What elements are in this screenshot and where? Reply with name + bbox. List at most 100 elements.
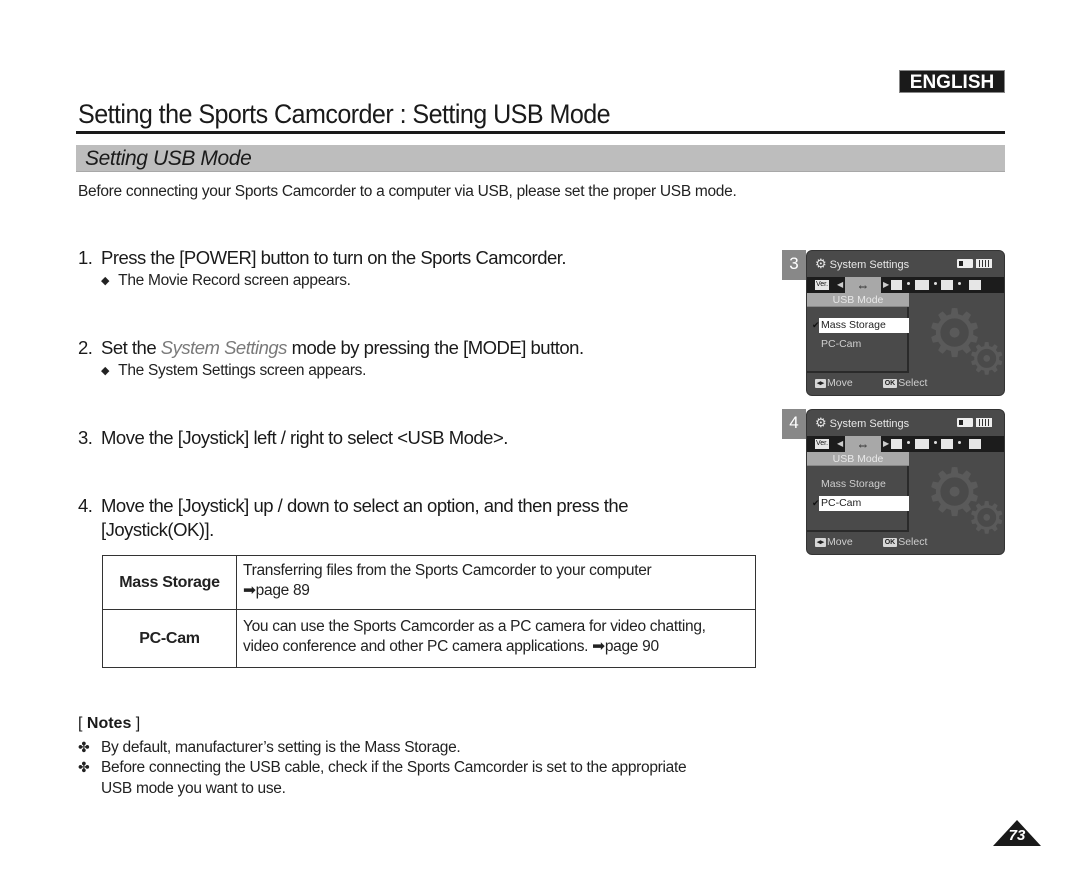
lcd-screen: ⚙ System Settings Ver. ◀ ▶ ⇔ ⚙ ⚙ USB Mode… (806, 409, 1005, 555)
notes-heading: [ Notes ] (78, 715, 140, 733)
battery-icon (976, 418, 992, 427)
option-label: PC-Cam (821, 338, 862, 350)
usb-mode-menu: USB Mode ✔ Mass Storage PC-Cam (807, 293, 909, 373)
option-name: Mass Storage (102, 555, 237, 610)
table-row: PC-Cam You can use the Sports Camcorder … (102, 609, 756, 668)
ok-key-icon: OK (882, 537, 898, 547)
option-label: Mass Storage (821, 319, 886, 331)
arrow-right-icon: ▶ (883, 280, 890, 289)
screen-header: ⚙ System Settings (815, 256, 909, 272)
diamond-bullet-icon: ◆ (101, 365, 110, 377)
step-text: Move the [Joystick] left / right to sele… (101, 427, 508, 448)
ok-key-icon: OK (882, 378, 898, 388)
step-1: 1. Press the [POWER] button to turn on th… (78, 246, 567, 270)
move-key-icon: ◂▸ (815, 537, 827, 547)
menu-title: USB Mode (807, 452, 909, 466)
separator-dot (958, 441, 961, 444)
step-number: 3. (78, 427, 93, 448)
select-label: Select (898, 536, 928, 548)
lcd-screen: ⚙ System Settings Ver. ◀ ▶ ⇔ ⚙ ⚙ USB Mode… (806, 250, 1005, 396)
light-icon (969, 439, 981, 449)
usb-mode-menu: USB Mode Mass Storage ✔ PC-Cam (807, 452, 909, 532)
menu-option-mass-storage[interactable]: Mass Storage (819, 477, 886, 492)
screen-step-label: 4 (782, 409, 806, 439)
screen-footer: ◂▸ Move OK Select (815, 377, 927, 389)
diamond-bullet-icon: ◆ (101, 275, 110, 287)
table-row: Mass Storage Transferring files from the… (102, 555, 756, 610)
separator-dot (907, 282, 910, 285)
check-icon: ✔ (812, 498, 820, 508)
memory-card-icon (957, 259, 973, 268)
screen-header-label: System Settings (829, 418, 910, 430)
option-description: You can use the Sports Camcorder as a PC… (236, 609, 756, 668)
tv-out-icon (915, 280, 929, 290)
step-text-before: Set the (101, 337, 161, 358)
intro-paragraph: Before connecting your Sports Camcorder … (78, 183, 737, 200)
step-emphasis: System Settings (160, 337, 288, 358)
bracket-close: ] (131, 715, 141, 732)
step-number: 1. (78, 247, 93, 268)
screen-step-label: 3 (782, 250, 806, 280)
usb-options-table: Mass Storage Transferring files from the… (102, 555, 756, 668)
note-item: ✤ By default, manufacturer’s setting is t… (78, 737, 768, 758)
version-icon: Ver. (815, 280, 829, 290)
settings-icon-bar: Ver. ◀ ▶ (807, 436, 1004, 452)
bracket-open: [ (78, 715, 87, 732)
light-icon (969, 280, 981, 290)
option-description: Transferring files from the Sports Camco… (236, 555, 756, 610)
status-icons (957, 418, 992, 427)
status-icons (957, 259, 992, 268)
note-text: By default, manufacturer’s setting is th… (101, 739, 461, 756)
language-badge: ENGLISH (899, 70, 1005, 93)
separator-dot (934, 441, 937, 444)
select-label: Select (898, 377, 928, 389)
step-text: Press the [POWER] button to turn on the … (101, 247, 567, 268)
step-2-sub: ◆ The System Settings screen appears. (101, 362, 366, 380)
menu-option-mass-storage[interactable]: ✔ Mass Storage (812, 318, 909, 333)
lcd-icon (941, 280, 953, 290)
step-number: 2. (78, 337, 93, 358)
gear-background-icon: ⚙ (967, 335, 1005, 384)
sub-text: The Movie Record screen appears. (118, 272, 351, 289)
option-label: Mass Storage (821, 478, 886, 490)
gear-icon: ⚙ (815, 256, 827, 271)
step-text-line1: Move the [Joystick] up / down to select … (101, 495, 629, 516)
separator-dot (958, 282, 961, 285)
desc-line2: video conference and other PC camera app… (243, 638, 659, 655)
version-icon: Ver. (815, 439, 829, 449)
separator-dot (907, 441, 910, 444)
clover-bullet-icon: ✤ (78, 759, 90, 775)
step-number: 4. (78, 495, 93, 516)
step-text-after: mode by pressing the [MODE] button. (286, 337, 585, 358)
step-text-line2: [Joystick(OK)]. (101, 519, 214, 540)
desc-line1: You can use the Sports Camcorder as a PC… (243, 618, 706, 635)
notes-title: Notes (86, 715, 132, 732)
arrow-right-icon: ▶ (883, 439, 890, 448)
tv-out-icon (915, 439, 929, 449)
note-text-cont: USB mode you want to use. (101, 780, 286, 797)
step-4: 4. Move the [Joystick] up / down to selec… (78, 494, 758, 542)
memory-card-icon (957, 418, 973, 427)
arrow-left-icon: ◀ (837, 439, 844, 448)
note-text: Before connecting the USB cable, check i… (101, 759, 687, 776)
step-1-sub: ◆ The Movie Record screen appears. (101, 272, 351, 290)
screen-header: ⚙ System Settings (815, 415, 909, 431)
page-number-label: 73 (1008, 827, 1026, 844)
sub-text: The System Settings screen appears. (118, 362, 367, 379)
note-item: ✤ Before connecting the USB cable, check … (78, 757, 768, 799)
menu-option-pc-cam[interactable]: ✔ PC-Cam (812, 496, 909, 511)
lcd-icon (941, 439, 953, 449)
page-title: Setting the Sports Camcorder : Setting U… (78, 99, 611, 129)
move-label: Move (827, 536, 853, 548)
menu-option-pc-cam[interactable]: PC-Cam (819, 337, 861, 352)
option-name: PC-Cam (102, 609, 237, 668)
screen-footer: ◂▸ Move OK Select (815, 536, 927, 548)
gear-background-icon: ⚙ (967, 494, 1005, 543)
section-title: Setting USB Mode (85, 147, 252, 170)
page-ref: ➡page 89 (243, 582, 310, 599)
settings-icon-bar: Ver. ◀ ▶ (807, 277, 1004, 293)
battery-icon (976, 259, 992, 268)
file-number-icon (891, 280, 902, 290)
screen-header-label: System Settings (829, 259, 910, 271)
camcorder-screen-step-4: 4 ⚙ System Settings Ver. ◀ ▶ ⇔ ⚙ ⚙ USB Mo… (782, 409, 1006, 555)
